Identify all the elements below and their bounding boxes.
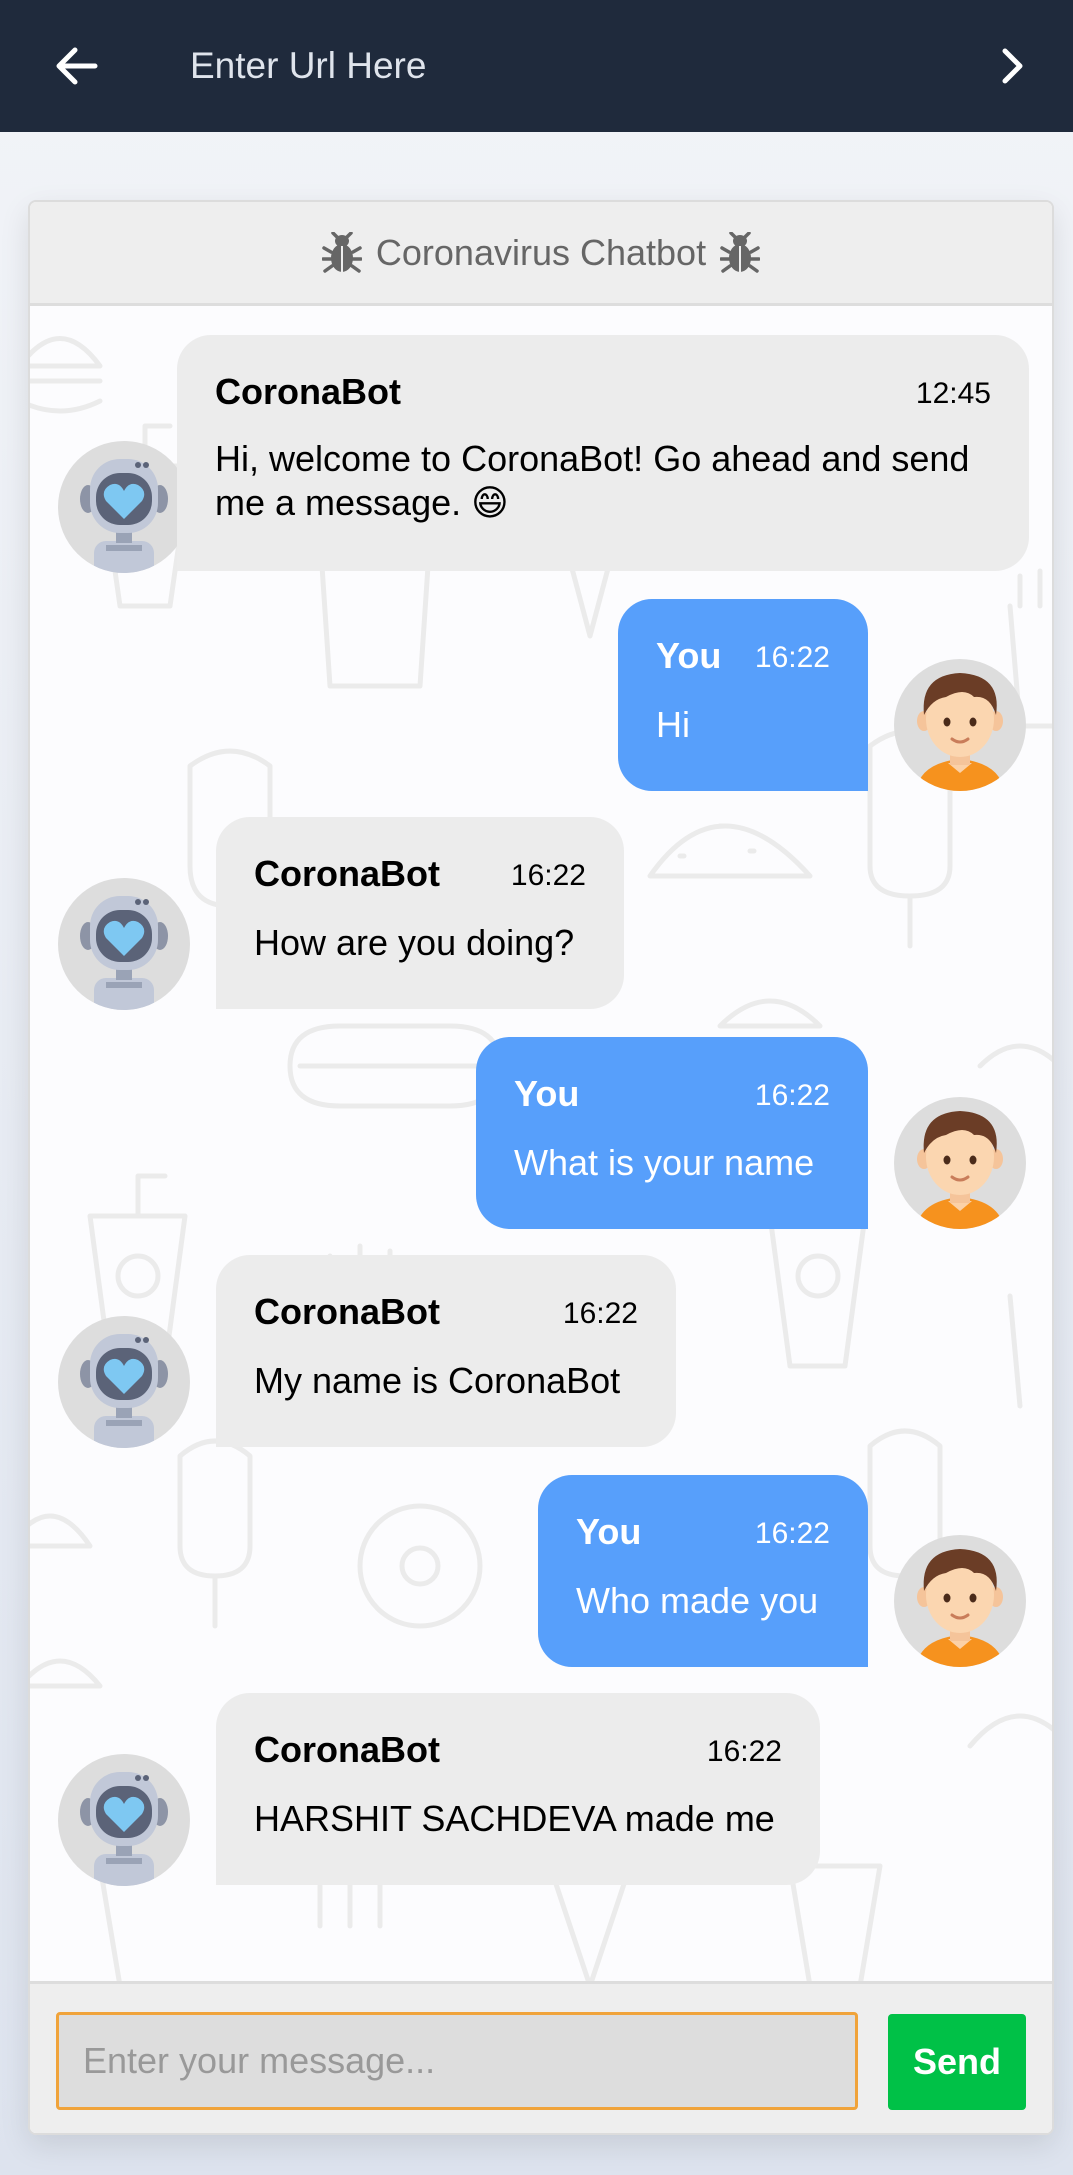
message-text: Hi, welcome to CoronaBot! Go ahead and s…	[215, 438, 970, 523]
sender-name: You	[656, 635, 722, 676]
message-time: 16:22	[510, 859, 586, 892]
bug-icon	[321, 231, 362, 273]
bot-avatar	[58, 1316, 190, 1448]
robot-icon	[80, 1772, 168, 1886]
chat-header: Coronavirus Chatbot	[30, 202, 1052, 306]
bot-avatar	[58, 441, 190, 573]
message-time: 16:22	[754, 1079, 830, 1112]
arrow-left-icon	[56, 47, 98, 85]
chat-window: Coronavirus Chatbot CoronaBot 12:45 Hi, …	[28, 200, 1054, 2135]
user-avatar	[894, 1535, 1026, 1667]
url-input[interactable]	[190, 36, 950, 96]
message-time: 16:22	[562, 1297, 638, 1330]
person-icon	[916, 1111, 1004, 1229]
bot-avatar	[58, 1754, 190, 1886]
user-avatar	[894, 1097, 1026, 1229]
message-text: Who made you	[576, 1580, 819, 1621]
person-icon	[916, 673, 1004, 791]
message-time: 16:22	[754, 641, 830, 674]
message-text: What is your name	[514, 1142, 815, 1183]
send-button[interactable]: Send	[888, 2014, 1026, 2110]
message-input[interactable]	[56, 2012, 858, 2110]
robot-icon	[80, 1334, 168, 1448]
message-bubble: You 16:22 Hi	[618, 599, 868, 791]
chat-title: Coronavirus Chatbot	[375, 231, 707, 273]
message-text: Hi	[656, 704, 690, 745]
message-time: 16:22	[754, 1517, 830, 1550]
sender-name: CoronaBot	[254, 853, 440, 894]
sender-name: You	[576, 1511, 642, 1552]
message-bubble: CoronaBot 16:22 HARSHIT SACHDEVA made me	[216, 1693, 820, 1885]
person-icon	[916, 1549, 1004, 1667]
chevron-right-icon	[1002, 48, 1023, 84]
message-bubble: CoronaBot 16:22 My name is CoronaBot	[216, 1255, 676, 1447]
bug-icon	[720, 231, 761, 273]
sender-name: CoronaBot	[254, 1291, 440, 1332]
message-bubble: CoronaBot 12:45 Hi, welcome to CoronaBot…	[177, 335, 1029, 571]
message-bubble: You 16:22 What is your name	[476, 1037, 868, 1229]
forward-button[interactable]	[981, 34, 1045, 98]
user-avatar	[894, 659, 1026, 791]
sender-name: CoronaBot	[254, 1729, 440, 1770]
message-input-area: Send	[30, 1981, 1052, 2133]
message-list[interactable]: CoronaBot 12:45 Hi, welcome to CoronaBot…	[30, 306, 1052, 1981]
message-text: How are you doing?	[254, 922, 575, 963]
message-time: 16:22	[706, 1735, 782, 1768]
bot-avatar	[58, 878, 190, 1010]
robot-icon	[80, 896, 168, 1010]
robot-icon	[80, 459, 168, 573]
sender-name: CoronaBot	[215, 371, 401, 412]
sender-name: You	[514, 1073, 580, 1114]
message-time: 12:45	[915, 377, 991, 410]
back-button[interactable]	[44, 34, 108, 98]
browser-toolbar	[0, 0, 1073, 132]
message-text: HARSHIT SACHDEVA made me	[254, 1798, 775, 1839]
message-bubble: You 16:22 Who made you	[538, 1475, 868, 1667]
message-text: My name is CoronaBot	[254, 1360, 621, 1401]
message-bubble: CoronaBot 16:22 How are you doing?	[216, 817, 624, 1009]
